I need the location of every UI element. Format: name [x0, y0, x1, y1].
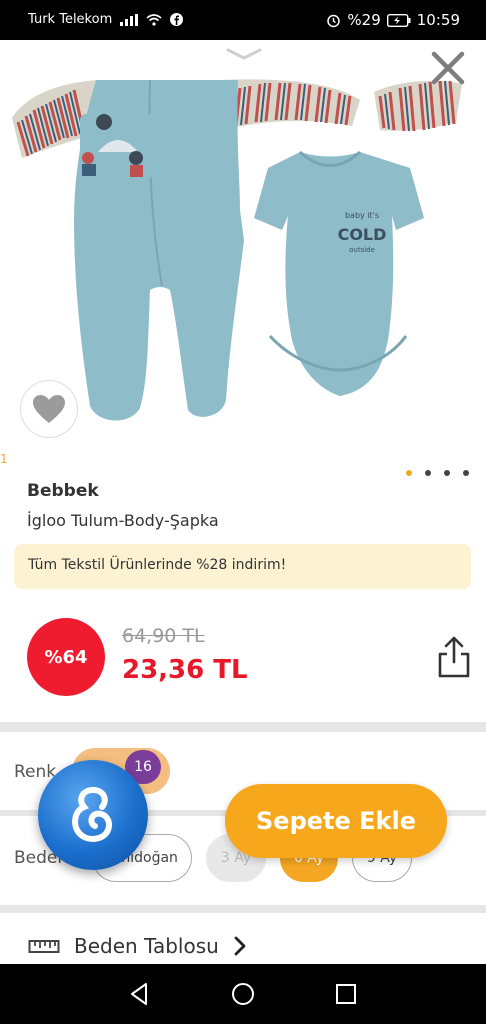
signal-icon [120, 13, 139, 26]
share-icon[interactable] [434, 634, 474, 680]
carousel-dot[interactable] [425, 470, 431, 476]
favorite-button[interactable] [20, 380, 78, 438]
home-icon[interactable] [229, 980, 257, 1008]
clock: 10:59 [416, 11, 460, 29]
ruler-icon [28, 940, 60, 953]
promo-text: Tüm Tekstil Ürünlerinde %28 indirim! [28, 557, 287, 573]
section-divider [0, 722, 486, 732]
section-divider [0, 905, 486, 913]
battery-percent: %29 [347, 11, 381, 29]
recents-icon[interactable] [332, 980, 360, 1008]
carousel-dot[interactable] [463, 470, 469, 476]
discount-text: %64 [44, 646, 88, 668]
carousel-dot[interactable] [444, 470, 450, 476]
system-navigation-bar [0, 964, 486, 1024]
product-detail-screen: Turk Telekom %29 10:59 baby it's COLD ou… [0, 0, 486, 1024]
wifi-icon [146, 13, 162, 26]
discount-badge: %64 [27, 618, 105, 696]
carrier-label: Turk Telekom [28, 12, 113, 27]
carousel-dot[interactable] [406, 470, 412, 476]
product-name: İgloo Tulum-Body-Şapka [27, 511, 219, 530]
chevron-right-icon [234, 936, 246, 956]
print-text-bottom: outside [349, 246, 375, 254]
sale-price: 23,36 TL [122, 655, 248, 685]
battery-icon [386, 13, 411, 27]
romper-illustration [12, 79, 462, 421]
bodysuit-illustration: baby it's COLD outside [254, 150, 424, 396]
color-count: 16 [134, 759, 152, 775]
back-icon[interactable] [126, 980, 154, 1008]
old-price: 64,90 TL [122, 625, 205, 647]
facebook-icon [170, 13, 184, 26]
edge-mark: 1 [0, 452, 8, 466]
size-table-link[interactable]: Beden Tablosu [28, 934, 247, 958]
brand-name[interactable]: Bebbek [27, 481, 99, 501]
alarm-icon [327, 14, 341, 27]
add-to-cart-label: Sepete Ekle [256, 807, 416, 835]
size-table-label: Beden Tablosu [74, 934, 219, 958]
print-text-main: COLD [338, 225, 387, 244]
status-bar: Turk Telekom %29 10:59 [0, 0, 486, 40]
heart-icon [33, 395, 65, 423]
app-logo-icon [72, 787, 112, 842]
print-text-top: baby it's [345, 211, 379, 220]
promo-banner: Tüm Tekstil Ürünlerinde %28 indirim! [14, 544, 471, 589]
close-icon[interactable] [428, 48, 468, 88]
app-logo-floating-button[interactable] [38, 760, 148, 870]
chevron-down-icon[interactable] [224, 46, 264, 62]
carousel-indicator [406, 470, 469, 476]
add-to-cart-button[interactable]: Sepete Ekle [225, 784, 447, 858]
